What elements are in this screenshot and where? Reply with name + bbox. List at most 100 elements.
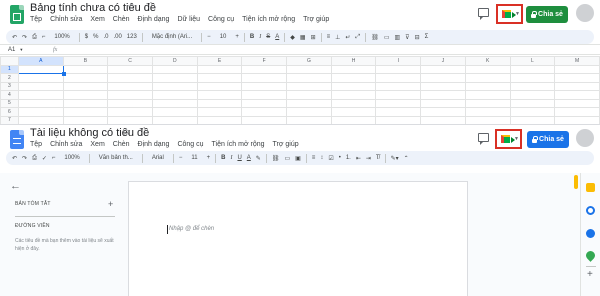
underline-icon[interactable]: U [237, 155, 241, 161]
avatar[interactable] [576, 4, 594, 22]
row-header[interactable]: 1 [0, 64, 19, 74]
editing-mode-icon[interactable]: ✎▾ [391, 155, 399, 162]
insert-placeholder[interactable]: Nhập @ để chèn [166, 225, 214, 234]
meet-button[interactable]: ▼ [496, 4, 523, 24]
italic-icon[interactable]: I [259, 34, 261, 40]
chart-icon[interactable]: ▥ [394, 34, 400, 41]
font-size-field[interactable]: 11 [187, 154, 201, 162]
column-header[interactable]: K [464, 56, 511, 66]
sheets-logo-icon[interactable] [10, 5, 24, 24]
docs-title[interactable]: Tài liệu không có tiêu đề [30, 127, 149, 139]
font-size-decrease-icon[interactable]: − [207, 34, 211, 40]
highlight-icon[interactable]: ✎ [256, 155, 261, 162]
filter-views-icon[interactable]: ⊟ [415, 34, 420, 41]
maps-icon[interactable] [584, 249, 597, 262]
text-color-icon[interactable]: A [247, 155, 251, 161]
bulleted-list-icon[interactable]: • [339, 155, 341, 161]
line-spacing-icon[interactable]: ↕ [320, 155, 323, 161]
tasks-icon[interactable] [586, 206, 595, 215]
redo-icon[interactable]: ↷ [22, 34, 27, 41]
fill-color-icon[interactable]: ◆ [290, 34, 295, 41]
column-header[interactable]: M [554, 56, 600, 66]
redo-icon[interactable]: ↷ [22, 155, 27, 162]
comment-icon[interactable] [478, 133, 489, 145]
column-header[interactable]: G [286, 56, 332, 66]
number-format-button[interactable]: 123 [127, 34, 137, 40]
share-button[interactable]: Chia sẻ [527, 131, 569, 148]
menu-file[interactable]: Tệp [30, 141, 42, 148]
comment-add-icon[interactable]: ▭ [284, 155, 290, 162]
row-header[interactable]: 3 [0, 81, 19, 91]
font-size-decrease-icon[interactable]: − [179, 155, 183, 161]
row-header[interactable]: 6 [0, 107, 19, 117]
borders-icon[interactable]: ▦ [300, 34, 306, 41]
merge-cells-icon[interactable]: ⊞ [311, 34, 316, 41]
currency-button[interactable]: $ [85, 34, 88, 40]
share-button[interactable]: Chia sẻ [526, 6, 568, 23]
zoom-select[interactable]: 100% [60, 154, 83, 162]
clear-format-icon[interactable]: T̸ [376, 155, 380, 161]
percent-button[interactable]: % [93, 34, 98, 40]
contacts-icon[interactable] [586, 229, 595, 238]
paint-format-icon[interactable]: ⌐ [52, 155, 56, 161]
print-icon[interactable]: ⎙ [32, 155, 37, 162]
star-icon[interactable]: ☆ [127, 2, 136, 13]
rotate-icon[interactable]: ⤢ [355, 34, 360, 41]
column-header[interactable]: L [509, 56, 556, 66]
select-all-corner[interactable] [0, 56, 19, 66]
align-icon[interactable]: ≡ [312, 155, 316, 161]
zoom-select[interactable]: 100% [50, 33, 73, 41]
column-header[interactable]: E [196, 56, 243, 66]
collapse-toolbar-icon[interactable]: ⌃ [404, 155, 409, 162]
checklist-icon[interactable]: ☑ [328, 155, 333, 162]
comment-add-icon[interactable]: ▭ [384, 34, 390, 41]
font-select[interactable]: Arial [148, 154, 168, 162]
font-size-field[interactable]: 10 [216, 33, 231, 41]
font-size-increase-icon[interactable]: + [235, 34, 239, 40]
menu-tools[interactable]: Công cụ [208, 16, 234, 23]
indent-decrease-icon[interactable]: ⇤ [356, 155, 361, 162]
keep-icon[interactable] [586, 183, 595, 192]
scroll-thumb[interactable] [574, 175, 578, 189]
sheets-title[interactable]: Bảng tính chưa có tiêu đề [30, 2, 156, 14]
row-header[interactable]: 7 [0, 115, 19, 124]
menu-help[interactable]: Trợ giúp [273, 141, 299, 148]
indent-increase-icon[interactable]: ⇥ [366, 155, 371, 162]
menu-file[interactable]: Tệp [30, 16, 42, 23]
add-summary-icon[interactable]: + [108, 199, 113, 209]
undo-icon[interactable]: ↶ [12, 34, 17, 41]
menu-format[interactable]: Định dạng [138, 16, 170, 23]
cell-a1[interactable] [17, 64, 66, 76]
column-header[interactable]: I [375, 56, 422, 66]
row-header[interactable]: 5 [0, 98, 19, 108]
docs-logo-icon[interactable] [10, 130, 24, 149]
row-header[interactable]: 4 [0, 90, 19, 100]
menu-data[interactable]: Dữ liệu [177, 16, 200, 23]
column-header[interactable]: H [330, 56, 377, 66]
decrease-decimal-button[interactable]: .0 [103, 34, 108, 40]
menu-insert[interactable]: Chèn [113, 16, 130, 23]
column-header[interactable]: F [241, 56, 288, 66]
strikethrough-icon[interactable]: S [266, 34, 270, 40]
undo-icon[interactable]: ↶ [12, 155, 17, 162]
wrap-icon[interactable]: ↵ [345, 34, 350, 41]
column-header[interactable]: C [107, 56, 153, 66]
meet-button[interactable]: ▼ [495, 129, 522, 149]
filter-icon[interactable]: ⊽ [405, 34, 409, 41]
column-header[interactable]: B [62, 56, 109, 66]
paint-format-icon[interactable]: ⌐ [42, 34, 46, 40]
bold-icon[interactable]: B [250, 34, 254, 40]
star-icon[interactable]: ☆ [122, 127, 131, 138]
print-icon[interactable]: ⎙ [32, 34, 37, 41]
menu-extensions[interactable]: Tiện ích mở rộng [212, 141, 265, 148]
functions-icon[interactable]: Σ [425, 34, 429, 40]
column-header[interactable]: A [17, 56, 64, 66]
valign-icon[interactable]: ⊥ [335, 34, 340, 41]
scrollbar[interactable] [572, 173, 580, 296]
menu-view[interactable]: Xem [90, 16, 104, 23]
document-page[interactable]: Nhập @ để chèn [128, 181, 468, 296]
font-select[interactable]: Mặc định (Ari... [148, 33, 196, 41]
increase-decimal-button[interactable]: .00 [113, 34, 121, 40]
menu-edit[interactable]: Chỉnh sửa [50, 141, 82, 148]
style-select[interactable]: Văn bản th... [95, 154, 137, 162]
